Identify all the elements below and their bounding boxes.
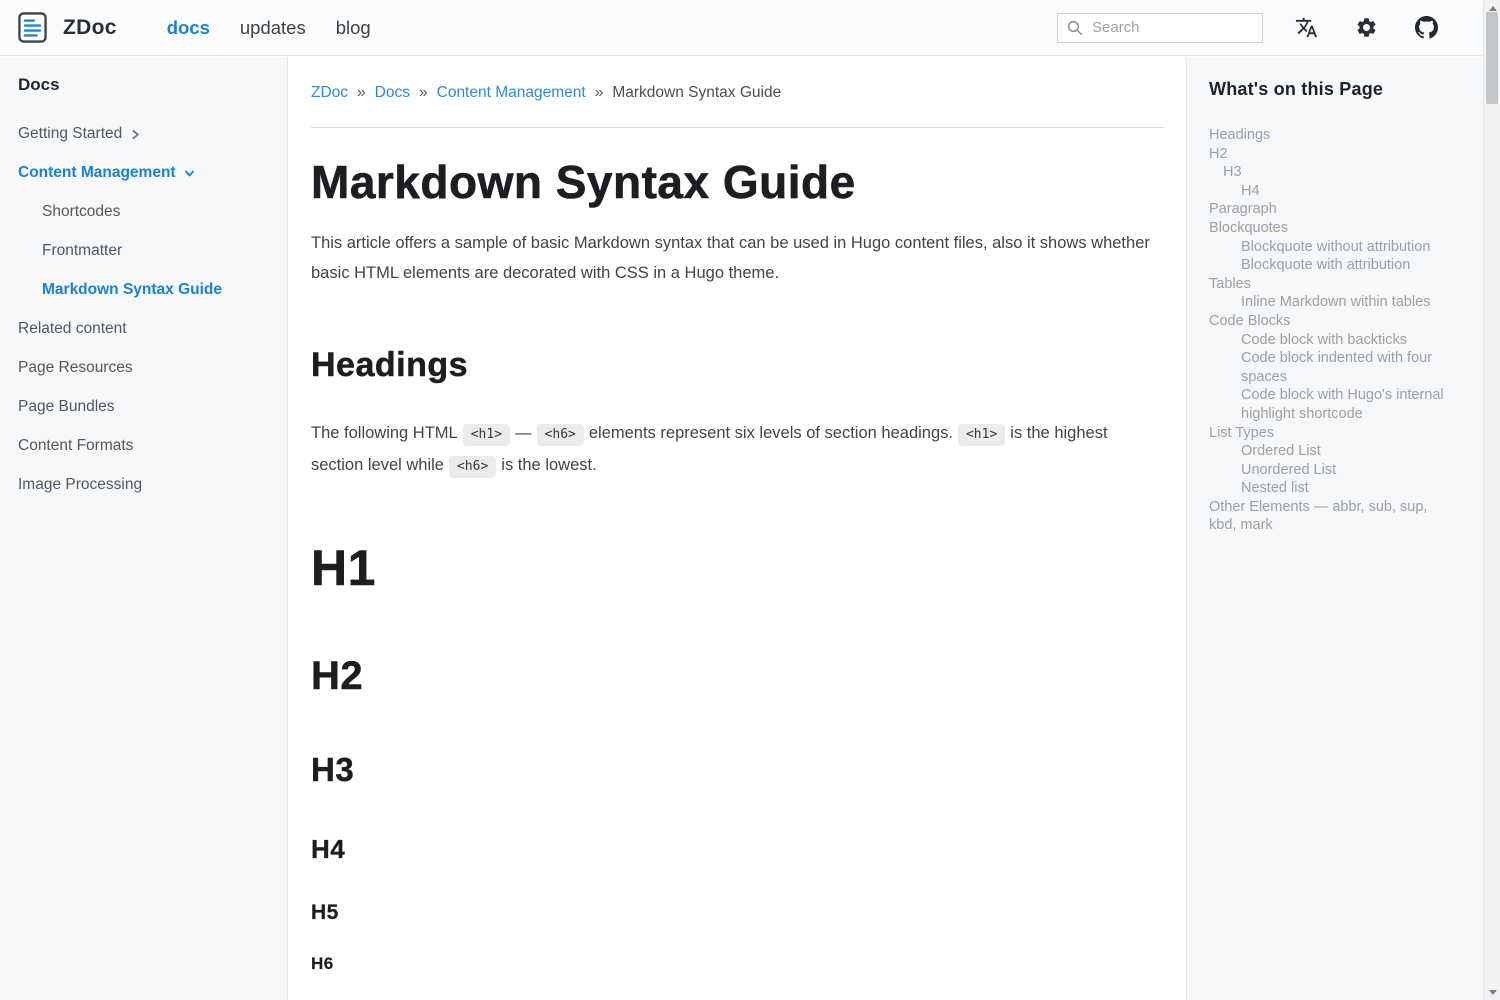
toc-item[interactable]: Tables (1209, 275, 1455, 294)
toc-item[interactable]: List Types (1209, 424, 1455, 443)
sidebar-item-frontmatter[interactable]: Frontmatter (18, 239, 269, 263)
breadcrumb-divider (311, 127, 1164, 128)
inline-code-h1: <h1> (463, 424, 510, 446)
inline-code-h6: <h6> (449, 456, 496, 478)
breadcrumb-separator: » (419, 83, 428, 103)
toc-item[interactable]: H4 (1209, 182, 1455, 201)
sidebar-item-label: Image Processing (18, 473, 142, 497)
sidebar-item-label: Related content (18, 317, 127, 341)
sidebar-title: Docs (18, 75, 269, 95)
page-toc-panel: What's on this Page Headings H2 H3 H4 Pa… (1186, 57, 1483, 1000)
toc-item[interactable]: Ordered List (1209, 442, 1455, 461)
toc-item[interactable]: Other Elements — abbr, sub, sup, kbd, ma… (1209, 498, 1455, 535)
sample-heading-h1: H1 (311, 538, 1164, 598)
vertical-scrollbar[interactable] (1483, 0, 1500, 1000)
zdoc-docs-page: ZDoc docs updates blog Do (0, 0, 1500, 1000)
search-box (1057, 13, 1263, 43)
article-content: ZDoc » Docs » Content Management » Markd… (289, 57, 1186, 1000)
breadcrumb-home-link[interactable]: ZDoc (311, 83, 348, 103)
sidebar-item-content-formats[interactable]: Content Formats (18, 434, 269, 458)
sample-heading-h3: H3 (311, 750, 1164, 790)
paragraph-text: — (515, 424, 532, 442)
breadcrumb: ZDoc » Docs » Content Management » Markd… (311, 83, 1164, 103)
sidebar-item-shortcodes[interactable]: Shortcodes (18, 200, 269, 224)
toc-title: What's on this Page (1209, 79, 1455, 100)
search-icon (1066, 19, 1084, 37)
sample-heading-h5: H5 (311, 900, 1164, 926)
sidebar-item-label: Shortcodes (42, 200, 120, 224)
toc-item[interactable]: Blockquote without attribution (1209, 238, 1455, 257)
sample-heading-h4: H4 (311, 833, 1164, 865)
sidebar-item-label: Getting Started (18, 122, 122, 146)
top-navbar: ZDoc docs updates blog (0, 0, 1500, 56)
triangle-up-icon (1489, 6, 1497, 11)
sidebar-item-label: Markdown Syntax Guide (42, 278, 222, 302)
brand-home-link[interactable]: ZDoc (16, 11, 117, 44)
sample-heading-h6: H6 (311, 953, 1164, 975)
headings-paragraph: The following HTML <h1> — <h6> elements repr… (311, 418, 1164, 482)
docs-sidebar: Docs Getting Started Content Management … (0, 57, 288, 1000)
toc-item[interactable]: Code block with Hugo's internal highligh… (1209, 386, 1455, 423)
article-intro: This article offers a sample of basic Ma… (311, 228, 1164, 288)
github-icon[interactable] (1415, 16, 1438, 39)
toc-item[interactable]: H2 (1209, 145, 1455, 164)
toc-item[interactable]: Inline Markdown within tables (1209, 293, 1455, 312)
translate-icon[interactable] (1295, 16, 1318, 39)
header-icon-group (1295, 16, 1438, 39)
inline-code-h1: <h1> (958, 424, 1005, 446)
nav-link-updates[interactable]: updates (240, 17, 306, 39)
breadcrumb-separator: » (357, 83, 366, 103)
toc-item[interactable]: Blockquotes (1209, 219, 1455, 238)
breadcrumb-docs-link[interactable]: Docs (375, 83, 410, 103)
sidebar-item-markdown-syntax-guide[interactable]: Markdown Syntax Guide (18, 278, 269, 302)
sidebar-item-label: Page Resources (18, 356, 133, 380)
paragraph-text: elements represent six levels of section… (589, 424, 953, 442)
toc-item[interactable]: Unordered List (1209, 461, 1455, 480)
toc-item[interactable]: H3 (1209, 163, 1455, 182)
toc-item[interactable]: Nested list (1209, 479, 1455, 498)
paragraph-text: The following HTML (311, 424, 458, 442)
sidebar-item-content-management[interactable]: Content Management (18, 161, 269, 185)
toc-item[interactable]: Headings (1209, 126, 1455, 145)
toc-item[interactable]: Code Blocks (1209, 312, 1455, 331)
toc-item[interactable]: Paragraph (1209, 200, 1455, 219)
breadcrumb-separator: » (595, 83, 604, 103)
settings-gear-icon[interactable] (1355, 16, 1378, 39)
sample-heading-h2: H2 (311, 652, 1164, 700)
sidebar-item-label: Page Bundles (18, 395, 115, 419)
toc-item[interactable]: Code block with backticks (1209, 331, 1455, 350)
sidebar-item-label: Content Formats (18, 434, 133, 458)
brand-name: ZDoc (63, 16, 117, 40)
top-nav-links: docs updates blog (167, 17, 371, 39)
sidebar-item-getting-started[interactable]: Getting Started (18, 122, 269, 146)
paragraph-text: is the lowest. (501, 456, 596, 474)
sidebar-item-page-bundles[interactable]: Page Bundles (18, 395, 269, 419)
scrollbar-thumb[interactable] (1486, 12, 1498, 104)
triangle-down-icon (1489, 990, 1497, 995)
search-input[interactable] (1057, 13, 1263, 43)
nav-link-docs[interactable]: docs (167, 17, 210, 39)
zdoc-logo-icon (16, 11, 49, 44)
breadcrumb-parent-link[interactable]: Content Management (437, 83, 586, 103)
sidebar-item-page-resources[interactable]: Page Resources (18, 356, 269, 380)
inline-code-h6: <h6> (537, 424, 584, 446)
chevron-right-icon (130, 129, 141, 140)
sidebar-item-label: Frontmatter (42, 239, 122, 263)
toc-item[interactable]: Code block indented with four spaces (1209, 349, 1455, 386)
chevron-down-icon (184, 168, 195, 179)
sidebar-item-image-processing[interactable]: Image Processing (18, 473, 269, 497)
page-title: Markdown Syntax Guide (311, 154, 1164, 210)
toc-item[interactable]: Blockquote with attribution (1209, 256, 1455, 275)
section-heading-headings: Headings (311, 344, 1164, 386)
breadcrumb-current: Markdown Syntax Guide (612, 83, 781, 103)
nav-link-blog[interactable]: blog (336, 17, 371, 39)
scrollbar-down-arrow[interactable] (1484, 984, 1500, 1000)
sidebar-item-related-content[interactable]: Related content (18, 317, 269, 341)
sidebar-item-label: Content Management (18, 161, 176, 185)
